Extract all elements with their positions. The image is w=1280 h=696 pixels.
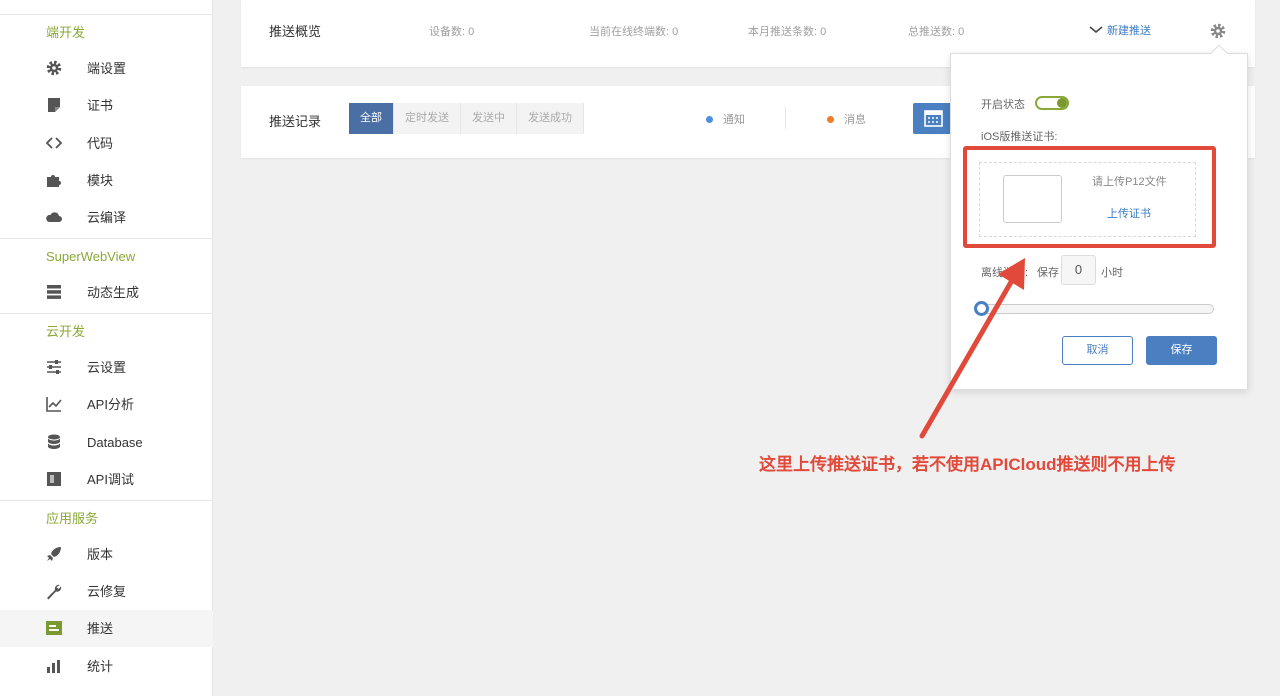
sidebar: 端开发 端设置 证书 代码 模块 云编译 SuperWebView 动态生成 云… bbox=[0, 0, 213, 696]
stat-online: 当前在线终端数: 0 bbox=[589, 26, 679, 38]
cancel-button[interactable]: 取消 bbox=[1062, 336, 1133, 365]
new-push-link[interactable]: 新建推送 bbox=[1089, 22, 1151, 38]
tab-sent[interactable]: 发送成功 bbox=[517, 103, 584, 134]
sidebar-item-label: 云设置 bbox=[87, 360, 127, 375]
sidebar-item-cloud-settings[interactable]: 云设置 bbox=[0, 349, 213, 386]
sidebar-section-client-dev: 端开发 bbox=[0, 14, 213, 50]
sidebar-item-label: 端设置 bbox=[87, 61, 127, 76]
sidebar-item-label: API调试 bbox=[87, 472, 134, 487]
puzzle-icon bbox=[47, 175, 61, 187]
legend-dot bbox=[827, 115, 834, 123]
sidebar-item-version[interactable]: 版本 bbox=[0, 536, 213, 573]
sidebar-item-database[interactable]: Database bbox=[0, 424, 213, 461]
sidebar-item-label: 版本 bbox=[87, 547, 114, 562]
sidebar-item-modules[interactable]: 模块 bbox=[0, 162, 213, 199]
bar-chart-icon bbox=[47, 660, 60, 673]
records-tabs: 全部 定时发送 发送中 发送成功 bbox=[349, 103, 584, 134]
gear-icon bbox=[46, 60, 62, 76]
save-button[interactable]: 保存 bbox=[1146, 336, 1217, 365]
ios-cert-label: iOS版推送证书: bbox=[981, 131, 1058, 143]
hours-unit: 小时 bbox=[1101, 267, 1123, 279]
stat-devices: 设备数: 0 bbox=[429, 26, 475, 38]
sidebar-item-certificate[interactable]: 证书 bbox=[0, 87, 213, 124]
keep-hours-input[interactable]: 0 bbox=[1061, 255, 1096, 285]
annotation-arrow-icon bbox=[919, 258, 1025, 439]
sidebar-item-statistics[interactable]: 统计 bbox=[0, 648, 213, 685]
sidebar-item-label: Database bbox=[87, 435, 143, 450]
tab-scheduled[interactable]: 定时发送 bbox=[394, 103, 461, 134]
tab-all[interactable]: 全部 bbox=[349, 103, 394, 134]
legend-message: 消息 bbox=[827, 111, 866, 127]
database-icon bbox=[48, 434, 60, 449]
toggle-knob bbox=[1057, 98, 1067, 108]
annotation-text: 这里上传推送证书，若不使用APICloud推送则不用上传 bbox=[759, 455, 1176, 474]
sidebar-item-api-debug[interactable]: API调试 bbox=[0, 461, 213, 498]
sidebar-item-label: 动态生成 bbox=[87, 285, 140, 300]
sidebar-section-app-services: 应用服务 bbox=[0, 500, 213, 536]
keep-label: 保存 bbox=[1037, 267, 1059, 279]
sidebar-item-client-settings[interactable]: 端设置 bbox=[0, 50, 213, 87]
tab-sending[interactable]: 发送中 bbox=[461, 103, 517, 134]
chart-line-icon bbox=[46, 397, 62, 412]
sliders-icon bbox=[47, 360, 61, 374]
rocket-icon bbox=[47, 547, 61, 561]
sidebar-item-api-analysis[interactable]: API分析 bbox=[0, 386, 213, 423]
sidebar-section-superwebview: SuperWebView bbox=[0, 238, 213, 274]
sidebar-item-label: 模块 bbox=[87, 173, 114, 188]
code-icon bbox=[45, 137, 63, 149]
sidebar-item-code[interactable]: 代码 bbox=[0, 125, 213, 162]
sidebar-item-push[interactable]: 推送 bbox=[0, 610, 213, 647]
sidebar-item-cloud-compile[interactable]: 云编译 bbox=[0, 199, 213, 236]
annotation-highlight-box bbox=[963, 146, 1216, 248]
divider bbox=[785, 107, 786, 129]
stat-total: 总推送数: 0 bbox=[908, 26, 965, 38]
debug-icon bbox=[47, 472, 61, 486]
cloud-icon bbox=[46, 212, 62, 222]
gear-icon[interactable] bbox=[1209, 22, 1227, 40]
records-title: 推送记录 bbox=[269, 114, 322, 129]
chevron-down-icon bbox=[1089, 26, 1103, 34]
push-icon bbox=[46, 621, 62, 635]
layers-icon bbox=[47, 285, 61, 299]
status-toggle[interactable] bbox=[1035, 96, 1069, 110]
sidebar-item-label: 云编译 bbox=[87, 210, 127, 225]
status-label: 开启状态 bbox=[981, 99, 1025, 111]
legend-dot bbox=[706, 115, 713, 123]
sidebar-item-cloud-repair[interactable]: 云修复 bbox=[0, 573, 213, 610]
sidebar-item-label: 统计 bbox=[87, 659, 114, 674]
overview-title: 推送概览 bbox=[269, 24, 322, 39]
calendar-button[interactable] bbox=[913, 103, 953, 134]
sidebar-item-label: 云修复 bbox=[87, 584, 127, 599]
legend-notification: 通知 bbox=[706, 111, 745, 127]
wrench-icon bbox=[47, 584, 62, 600]
sidebar-item-dynamic-generate[interactable]: 动态生成 bbox=[0, 274, 213, 311]
sidebar-item-label: API分析 bbox=[87, 397, 134, 412]
calendar-icon bbox=[924, 110, 943, 127]
sidebar-section-cloud-dev: 云开发 bbox=[0, 313, 213, 349]
sidebar-item-label: 证书 bbox=[87, 98, 114, 113]
certificate-icon bbox=[48, 98, 60, 112]
sidebar-item-label: 推送 bbox=[87, 621, 114, 636]
stat-monthly: 本月推送条数: 0 bbox=[748, 26, 827, 38]
sidebar-item-label: 代码 bbox=[87, 136, 114, 151]
